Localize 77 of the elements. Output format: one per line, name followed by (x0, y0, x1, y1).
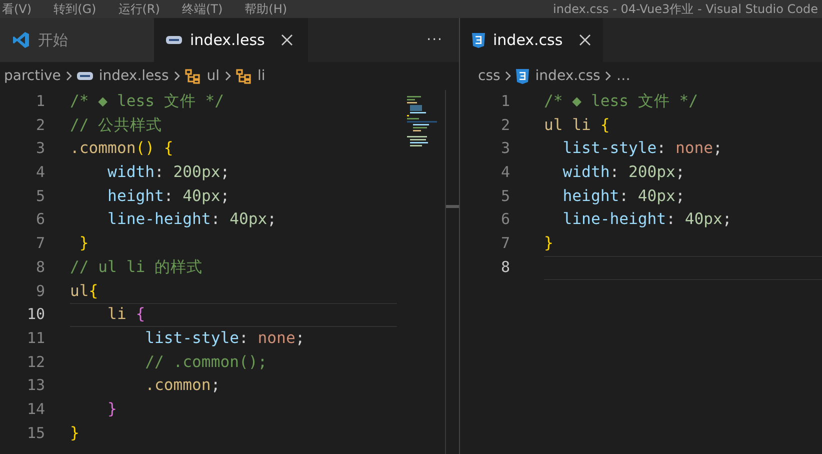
scrollbar[interactable] (445, 90, 459, 454)
line-number: 6 (34, 209, 45, 230)
code-line: // ul li 的样式 (70, 256, 204, 278)
chevron-icon (224, 71, 230, 81)
line-number: 10 (26, 304, 45, 326)
code-line: width: 200px; (562, 162, 686, 184)
code-line: line-height: 40px; (106, 209, 278, 230)
line-number: 5 (500, 186, 510, 207)
line-number: 3 (500, 138, 510, 160)
css-file-icon (472, 32, 485, 48)
line-number: 12 (26, 352, 45, 373)
code-line: /* ◆ less 文件 */ (544, 91, 700, 112)
structure-icon (236, 68, 252, 84)
line-number: 8 (500, 256, 510, 278)
code-line: .common() { (70, 138, 174, 160)
code-line: ul li { (544, 114, 611, 136)
window-title: index.css - 04-Vue3作业 - Visual Studio Code (553, 0, 819, 18)
code-line: } (106, 398, 118, 420)
line-number: 13 (26, 375, 45, 396)
line-number: 1 (500, 91, 510, 112)
code-line: list-style: none; (562, 138, 724, 160)
less-file-icon (76, 72, 93, 80)
line-number: 15 (26, 422, 45, 444)
code-line: list-style: none; (144, 328, 306, 349)
line-number: 4 (34, 162, 45, 184)
code-line: width: 200px; (106, 162, 231, 184)
editor-tab[interactable]: index.less (154, 18, 308, 62)
code-line: } (70, 422, 80, 444)
vscode-logo-icon (12, 31, 30, 49)
css-file-icon (516, 68, 530, 84)
code-line: } (544, 233, 554, 254)
menu-item[interactable]: 终端(T) (182, 2, 223, 16)
code-line: height: 40px; (106, 186, 231, 207)
code-line: height: 40px; (562, 186, 686, 207)
menu-item[interactable]: 看(V) (2, 2, 32, 16)
chevron-icon (605, 71, 612, 81)
line-number: 11 (26, 328, 45, 349)
code-line: line-height: 40px; (562, 209, 733, 230)
breadcrumb-item[interactable]: li (258, 68, 266, 84)
chevron-icon (505, 71, 512, 81)
breadcrumb-item[interactable]: parctive (4, 68, 61, 84)
line-number: 8 (34, 256, 45, 278)
breadcrumb-item[interactable]: … (616, 68, 630, 84)
breadcrumb-item[interactable]: css (478, 68, 500, 84)
menu-item[interactable]: 运行(R) (118, 2, 160, 16)
structure-icon (184, 68, 201, 84)
editor-tab[interactable]: 开始 (0, 18, 154, 62)
code-line: /* ◆ less 文件 */ (70, 91, 226, 112)
line-number: 7 (500, 233, 510, 254)
less-file-icon (166, 36, 182, 44)
more-actions-button[interactable]: ··· (426, 32, 443, 48)
code-line: // 公共样式 (70, 114, 164, 136)
line-number: 9 (34, 280, 45, 302)
line-number: 6 (500, 209, 510, 230)
breadcrumb-item[interactable]: index.css (535, 68, 600, 84)
code-line: li { (70, 303, 397, 327)
close-icon[interactable] (280, 34, 293, 46)
code-line: } (78, 233, 90, 254)
close-icon[interactable] (578, 34, 591, 46)
editor-tab[interactable]: index.css (460, 18, 603, 62)
breadcrumb-item[interactable]: index.less (98, 68, 169, 84)
code-line: // .common(); (144, 352, 268, 373)
line-number: 7 (34, 233, 45, 254)
line-number: 14 (26, 398, 45, 420)
line-number: 4 (500, 162, 510, 184)
line-number: 2 (500, 114, 510, 136)
breadcrumb-item[interactable]: ul (206, 68, 220, 84)
line-number: 1 (34, 91, 45, 112)
menu-item[interactable]: 转到(G) (54, 2, 96, 16)
line-number: 2 (34, 114, 45, 136)
chevron-icon (66, 71, 72, 81)
line-number: 3 (34, 138, 45, 160)
chevron-icon (174, 71, 180, 81)
line-number: 5 (34, 186, 45, 207)
code-line: ul{ (70, 280, 100, 302)
menu-item[interactable]: 帮助(H) (244, 2, 288, 16)
code-line: .common; (144, 375, 222, 396)
